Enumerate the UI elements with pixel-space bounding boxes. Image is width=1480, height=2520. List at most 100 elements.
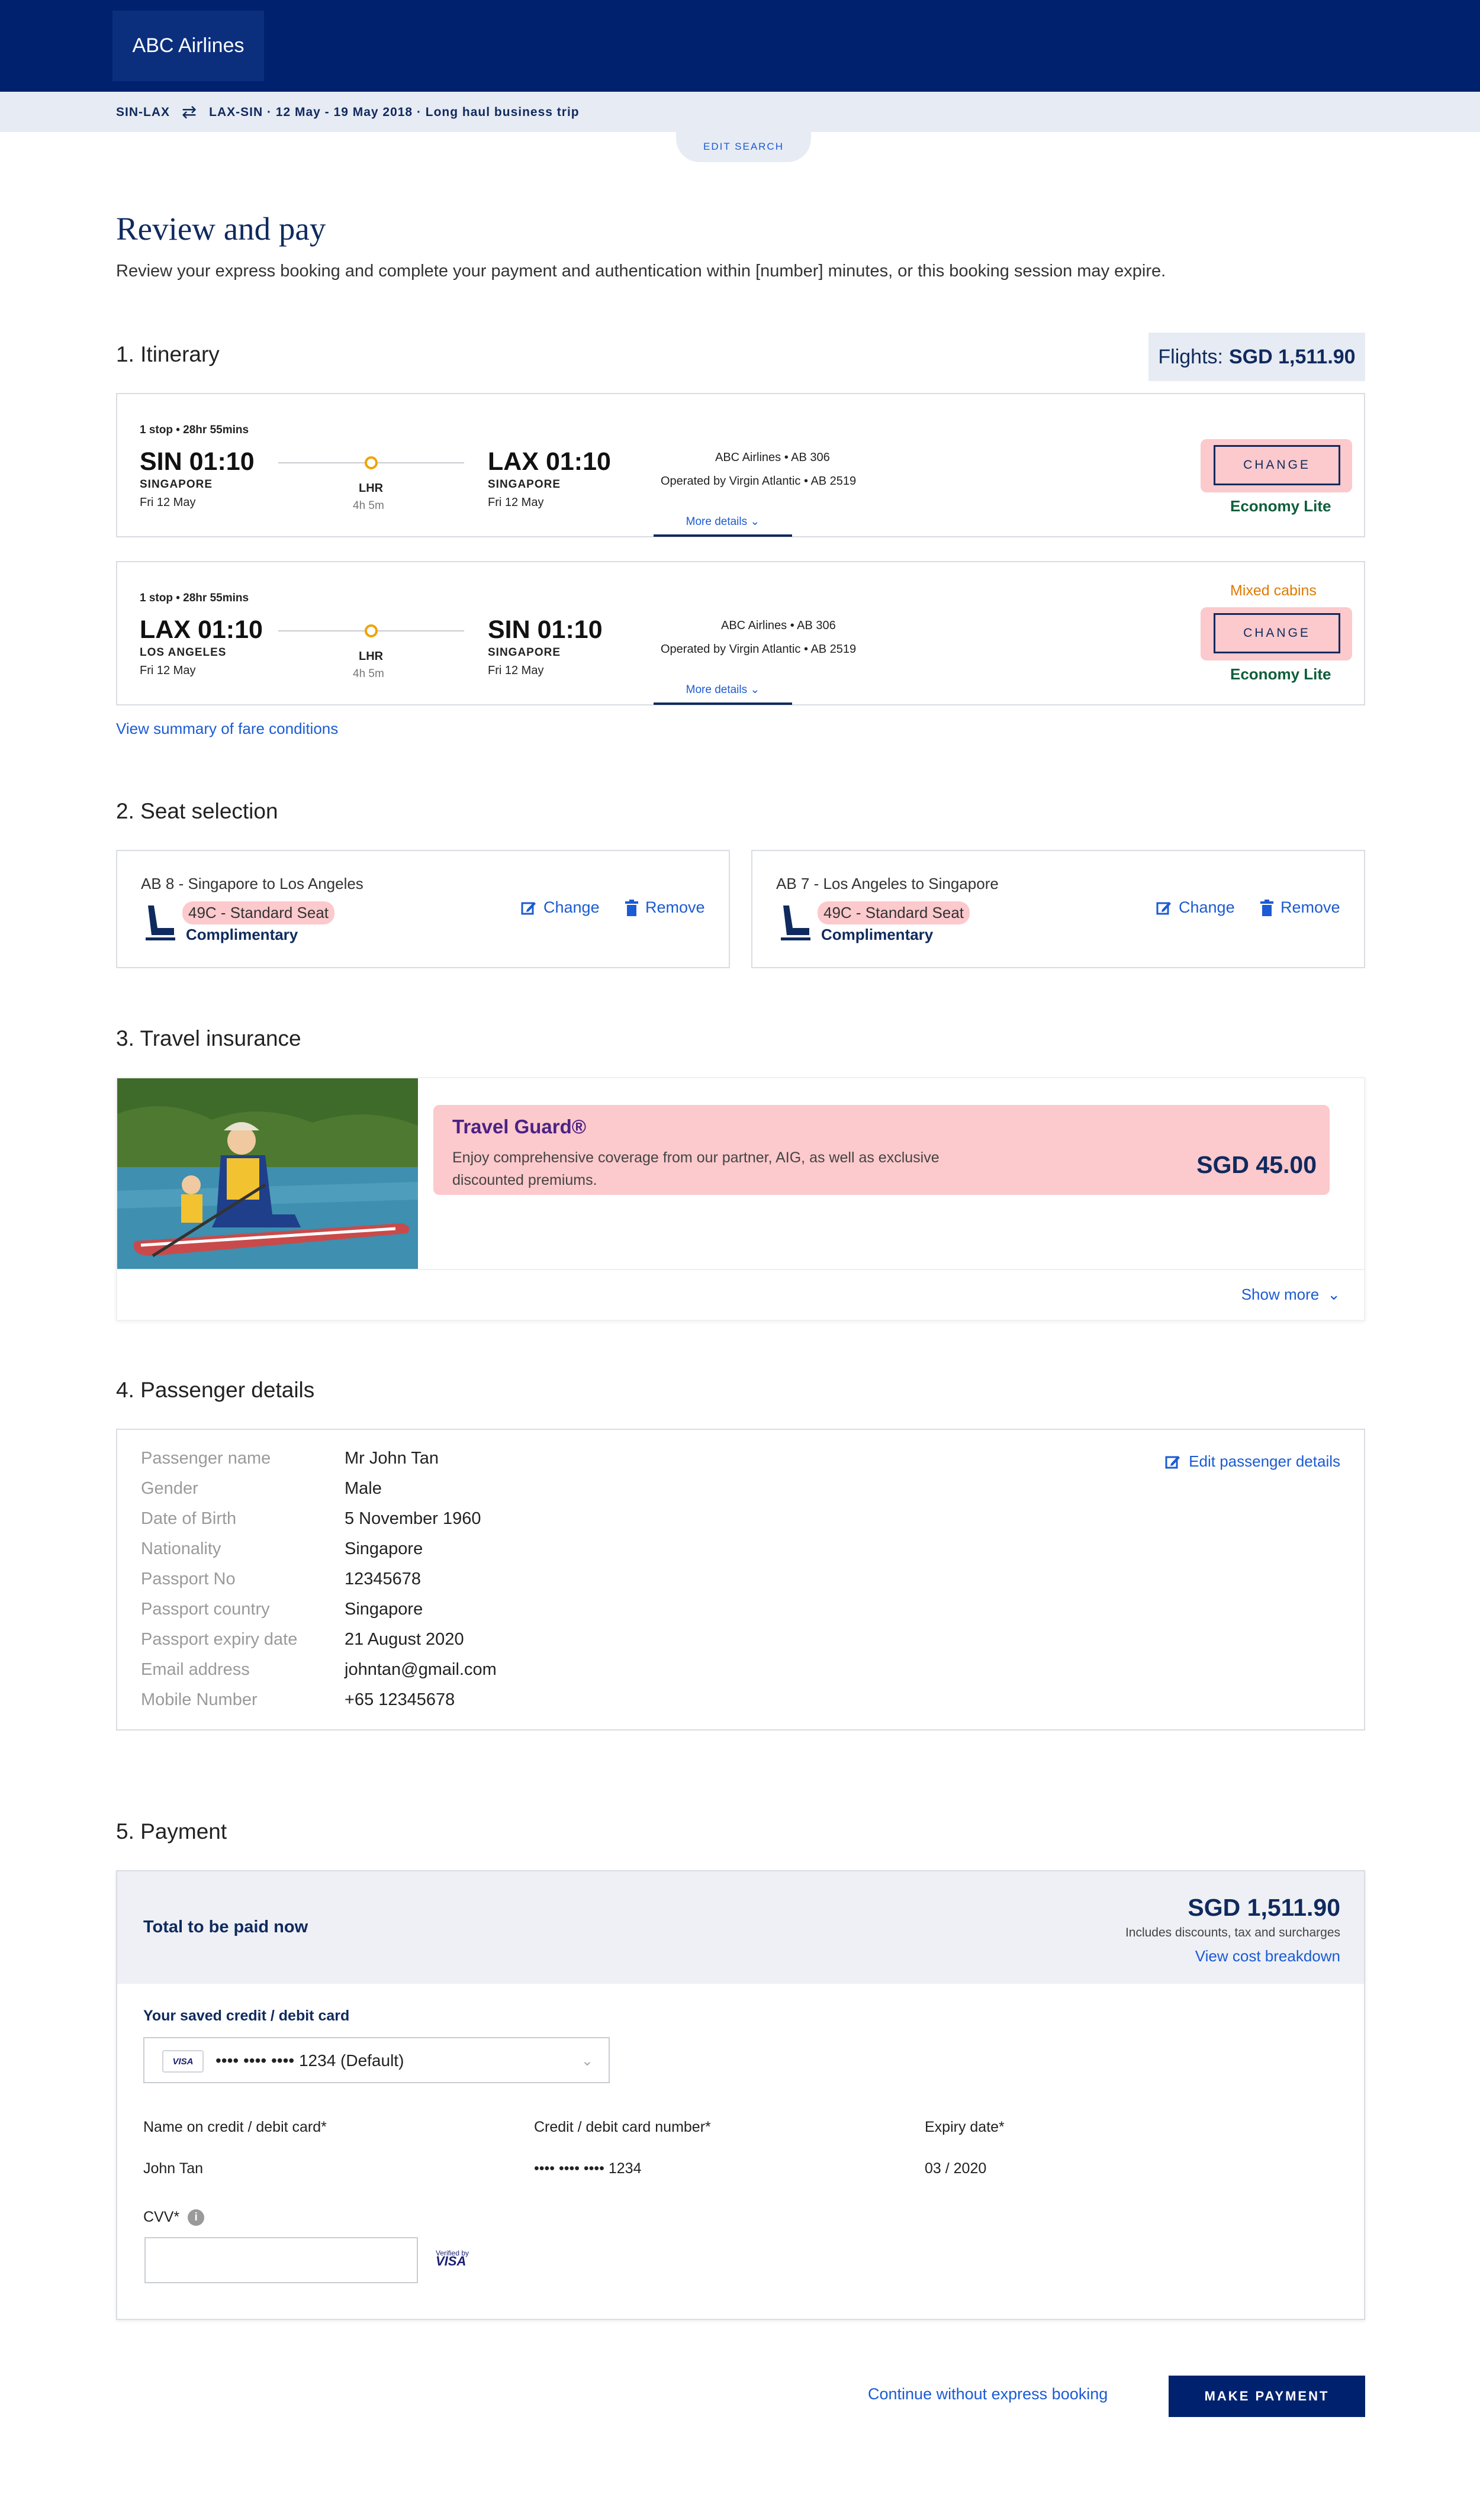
arrival-date: Fri 12 May (488, 496, 544, 509)
stop-duration: 4h 5m (353, 668, 384, 680)
chevron-down-icon: ⌄ (581, 2053, 593, 2069)
continue-without-express-link[interactable]: Continue without express booking (868, 2385, 1108, 2403)
chevron-down-icon: ⌄ (750, 515, 760, 528)
flights-total-badge: Flights: SGD 1,511.90 (1148, 333, 1365, 381)
change-flight-button[interactable]: CHANGE (1214, 445, 1340, 485)
field-label: Date of Birth (141, 1509, 237, 1528)
field-label: Passport No (141, 1570, 236, 1588)
make-payment-button[interactable]: MAKE PAYMENT (1169, 2376, 1365, 2417)
chevron-down-icon: ⌄ (1327, 1285, 1340, 1303)
card-number-value: •••• •••• •••• 1234 (534, 2160, 642, 2177)
route-outbound: SIN-LAX (116, 105, 170, 119)
visa-card-icon: VISA (162, 2050, 204, 2073)
page-subtitle: Review your express booking and complete… (116, 262, 1166, 281)
expiry-value: 03 / 2020 (925, 2160, 987, 2177)
edit-search-button[interactable]: EDIT SEARCH (676, 131, 811, 162)
seat-card-outbound: AB 8 - Singapore to Los Angeles 49C - St… (116, 850, 730, 968)
remove-seat-label: Remove (1280, 898, 1340, 916)
remove-seat-label: Remove (645, 898, 705, 916)
field-label: Mobile Number (141, 1690, 258, 1709)
stop-airport: LHR (359, 482, 384, 495)
change-seat-button[interactable]: Change (1156, 898, 1235, 917)
field-value: 5 November 1960 (345, 1509, 481, 1528)
fare-conditions-link[interactable]: View summary of fare conditions (116, 720, 338, 738)
arrival-city: SINGAPORE (488, 478, 561, 491)
payment-summary: Total to be paid now SGD 1,511.90 Includ… (117, 1871, 1364, 1984)
more-details-link[interactable]: More details ⌄ (654, 683, 792, 705)
saved-card-select[interactable]: VISA •••• •••• •••• 1234 (Default) ⌄ (143, 2037, 610, 2083)
swap-arrows-icon: ⇄ (182, 102, 198, 122)
show-more-button[interactable]: Show more ⌄ (1241, 1285, 1340, 1304)
departure-date: Fri 12 May (140, 496, 196, 509)
more-details-label: More details (686, 515, 748, 528)
change-flight-button[interactable]: CHANGE (1214, 613, 1340, 653)
insurance-price: SGD 45.00 (1196, 1151, 1317, 1178)
saved-card-label: Your saved credit / debit card (143, 2007, 350, 2024)
field-label: Email address (141, 1660, 250, 1679)
seat-number-tag: 49C - Standard Seat (182, 901, 335, 924)
cvv-input[interactable] (144, 2237, 418, 2283)
edit-icon (1156, 901, 1171, 914)
seat-icon (146, 905, 175, 940)
flights-total-label: Flights: (1158, 345, 1223, 368)
cvv-label-row: CVV* i (143, 2209, 205, 2226)
trash-icon (1260, 899, 1273, 916)
arrival-date: Fri 12 May (488, 664, 544, 677)
card-number-label: Credit / debit card number* (534, 2119, 711, 2135)
airline-flight-number: ABC Airlines • AB 306 (715, 451, 830, 464)
change-seat-button[interactable]: Change (521, 898, 600, 917)
flight-card-outbound: 1 stop • 28hr 55mins SIN 01:10 SINGAPORE… (116, 393, 1365, 537)
departure-time: SIN 01:10 (140, 447, 255, 476)
total-label: Total to be paid now (143, 1918, 308, 1936)
page-title: Review and pay (116, 211, 326, 247)
trash-icon (625, 899, 638, 916)
insurance-photo (117, 1078, 418, 1269)
seat-price: Complimentary (186, 926, 298, 943)
seat-route: AB 8 - Singapore to Los Angeles (141, 875, 363, 892)
field-value: 21 August 2020 (345, 1630, 464, 1649)
total-amount: SGD 1,511.90 (1188, 1894, 1340, 1921)
passenger-details-heading: 4. Passenger details (116, 1378, 315, 1402)
fare-type: Economy Lite (1230, 497, 1331, 515)
airline-logo[interactable]: ABC Airlines (112, 11, 264, 81)
insurance-description: Enjoy comprehensive coverage from our pa… (452, 1149, 940, 1188)
field-value: Singapore (345, 1600, 423, 1619)
field-value: Singapore (345, 1539, 423, 1558)
verified-by-visa-logo: Verified by VISA (436, 2249, 469, 2268)
divider (117, 1269, 1364, 1270)
operated-by: Operated by Virgin Atlantic • AB 2519 (661, 643, 857, 656)
total-note: Includes discounts, tax and surcharges (1125, 1926, 1340, 1939)
flights-total-value: SGD 1,511.90 (1228, 345, 1356, 368)
seat-selection-heading: 2. Seat selection (116, 799, 278, 823)
operated-by: Operated by Virgin Atlantic • AB 2519 (661, 475, 857, 488)
route-details: LAX-SIN · 12 May - 19 May 2018 · Long ha… (209, 105, 580, 119)
edit-passenger-label: Edit passenger details (1189, 1452, 1340, 1470)
info-icon[interactable]: i (188, 2209, 205, 2226)
change-seat-label: Change (543, 898, 600, 916)
expiry-label: Expiry date* (925, 2119, 1005, 2135)
more-details-link[interactable]: More details ⌄ (654, 515, 792, 537)
edit-icon (1165, 1455, 1180, 1468)
seat-icon (781, 905, 810, 940)
remove-seat-button[interactable]: Remove (625, 898, 705, 917)
edit-icon (521, 901, 536, 914)
payment-card: Total to be paid now SGD 1,511.90 Includ… (116, 1870, 1365, 2320)
departure-city: SINGAPORE (140, 478, 213, 491)
insurance-offer[interactable]: Travel Guard® Enjoy comprehensive covera… (433, 1105, 1330, 1195)
field-label: Nationality (141, 1539, 221, 1558)
airline-flight-number: ABC Airlines • AB 306 (721, 619, 836, 632)
seat-card-return: AB 7 - Los Angeles to Singapore 49C - St… (751, 850, 1365, 968)
change-seat-label: Change (1179, 898, 1235, 916)
remove-seat-button[interactable]: Remove (1260, 898, 1340, 917)
field-label: Passport country (141, 1600, 270, 1619)
insurance-card: Travel Guard® Enjoy comprehensive covera… (116, 1077, 1365, 1321)
edit-passenger-details-button[interactable]: Edit passenger details (1165, 1452, 1340, 1471)
more-details-label: More details (686, 684, 748, 696)
cost-breakdown-link[interactable]: View cost breakdown (1195, 1947, 1340, 1965)
card-name-label: Name on credit / debit card* (143, 2119, 327, 2135)
flight-stops: 1 stop • 28hr 55mins (140, 424, 249, 436)
departure-date: Fri 12 May (140, 664, 196, 677)
departure-time: LAX 01:10 (140, 616, 263, 644)
arrival-time: SIN 01:10 (488, 616, 603, 644)
field-value: Male (345, 1479, 382, 1498)
